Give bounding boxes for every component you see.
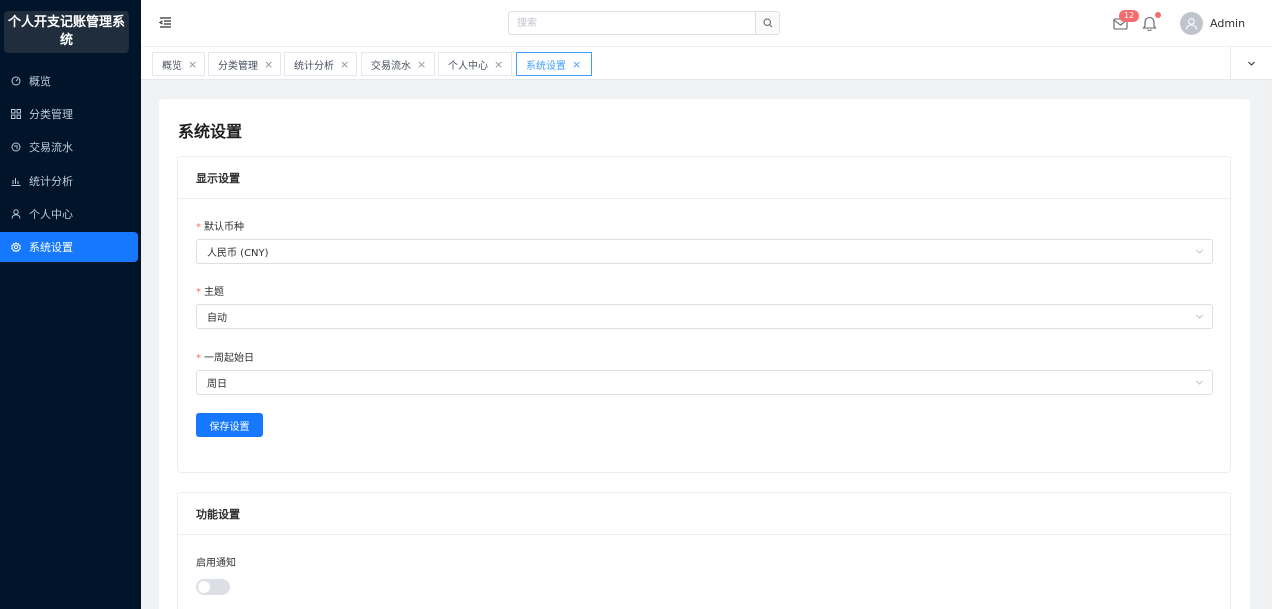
week-start-select[interactable]: 周日 — [196, 370, 1213, 395]
tab-label: 概览 — [162, 60, 182, 72]
chevron-down-icon — [1196, 249, 1203, 254]
tab-label: 分类管理 — [218, 60, 258, 72]
tab-settings[interactable]: 系统设置 × — [516, 52, 592, 76]
close-icon[interactable]: × — [340, 58, 349, 71]
close-icon[interactable]: × — [417, 58, 426, 71]
sidebar-item-label: 个人中心 — [29, 208, 73, 221]
exchange-icon — [11, 142, 21, 152]
user-icon — [11, 209, 21, 219]
close-icon[interactable]: × — [572, 58, 581, 71]
required-mark: * — [196, 353, 201, 364]
toggle-knob — [198, 581, 210, 593]
settings-panel: 系统设置 显示设置 * 默认币种 人民币 (CNY) * 主题 自动 * 一周起始日 … — [159, 99, 1250, 609]
sidebar-item-categories[interactable]: 分类管理 — [0, 99, 138, 129]
chevron-down-icon — [1196, 314, 1203, 319]
dashboard-icon — [11, 76, 21, 86]
theme-value: 自动 — [207, 313, 227, 324]
mail-count-badge: 12 — [1119, 10, 1140, 22]
currency-value: 人民币 (CNY) — [207, 248, 269, 259]
tab-overview[interactable]: 概览 × — [152, 52, 205, 76]
feature-settings-heading: 功能设置 — [178, 493, 1230, 535]
sidebar-item-overview[interactable]: 概览 — [0, 66, 138, 96]
sidebar-item-label: 统计分析 — [29, 175, 73, 188]
currency-label: * 默认币种 — [196, 218, 244, 233]
sidebar-item-label: 概览 — [29, 75, 51, 88]
close-icon[interactable]: × — [494, 58, 503, 71]
required-mark: * — [196, 287, 201, 298]
save-settings-button[interactable]: 保存设置 — [196, 413, 263, 437]
currency-label-text: 默认币种 — [204, 222, 244, 233]
week-start-label: * 一周起始日 — [196, 349, 254, 364]
theme-label-text: 主题 — [204, 287, 224, 298]
avatar[interactable] — [1180, 12, 1203, 35]
theme-select[interactable]: 自动 — [196, 304, 1213, 329]
search-input[interactable] — [509, 12, 755, 34]
user-icon — [1185, 18, 1198, 30]
display-settings-heading: 显示设置 — [178, 157, 1230, 199]
sidebar-item-label: 分类管理 — [29, 108, 73, 121]
sidebar-item-settings[interactable]: 系统设置 — [0, 232, 138, 262]
sidebar: 个人开支记账管理系统 概览 分类管理 交易流水 统计分析 个人中心 系统设置 — [0, 0, 141, 609]
sidebar-item-profile[interactable]: 个人中心 — [0, 199, 138, 229]
notify-label: 启用通知 — [196, 558, 236, 569]
bar-chart-icon — [11, 176, 21, 186]
tab-label: 系统设置 — [526, 60, 566, 72]
menu-fold-icon[interactable] — [158, 16, 172, 29]
top-header: 12 Admin — [141, 0, 1272, 46]
notify-toggle[interactable] — [196, 579, 230, 595]
sidebar-item-statistics[interactable]: 统计分析 — [0, 166, 138, 196]
tab-label: 统计分析 — [294, 60, 334, 72]
tab-profile[interactable]: 个人中心 × — [438, 52, 512, 76]
tab-statistics[interactable]: 统计分析 × — [284, 52, 357, 76]
theme-label: * 主题 — [196, 283, 224, 298]
sidebar-item-label: 交易流水 — [29, 141, 73, 154]
tab-label: 个人中心 — [448, 60, 488, 72]
app-title: 个人开支记账管理系统 — [4, 11, 129, 53]
search-box — [508, 11, 780, 35]
tab-transactions[interactable]: 交易流水 × — [361, 52, 435, 76]
sidebar-item-transactions[interactable]: 交易流水 — [0, 132, 138, 162]
close-icon[interactable]: × — [264, 58, 273, 71]
page-title: 系统设置 — [178, 122, 243, 141]
chevron-down-icon — [1248, 61, 1255, 66]
currency-select[interactable]: 人民币 (CNY) — [196, 239, 1213, 264]
username[interactable]: Admin — [1210, 17, 1245, 30]
page-scrollbar[interactable] — [1265, 80, 1272, 609]
week-start-label-text: 一周起始日 — [204, 353, 254, 364]
feature-settings-card: 功能设置 启用通知 — [177, 492, 1231, 609]
tab-label: 交易流水 — [371, 60, 411, 72]
required-mark: * — [196, 222, 201, 233]
gear-icon — [11, 242, 21, 252]
grid-icon — [11, 109, 21, 119]
week-start-value: 周日 — [207, 379, 227, 390]
search-icon — [762, 18, 772, 28]
chevron-down-icon — [1196, 380, 1203, 385]
close-icon[interactable]: × — [188, 58, 197, 71]
search-button[interactable] — [755, 12, 779, 34]
tabs-bar: 概览 × 分类管理 × 统计分析 × 交易流水 × 个人中心 × 系统设置 × — [141, 46, 1272, 80]
notification-dot — [1155, 12, 1161, 18]
sidebar-item-label: 系统设置 — [29, 241, 73, 254]
display-settings-card: 显示设置 * 默认币种 人民币 (CNY) * 主题 自动 * 一周起始日 周日 保存… — [177, 156, 1231, 473]
tabs-dropdown-button[interactable] — [1230, 47, 1272, 80]
bell-icon[interactable] — [1142, 15, 1157, 32]
tab-categories[interactable]: 分类管理 × — [208, 52, 281, 76]
